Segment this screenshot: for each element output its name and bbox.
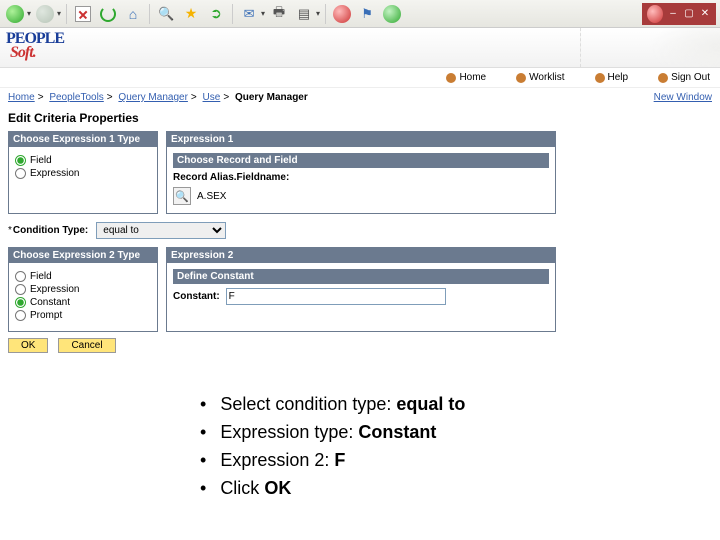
panel-exp2-head: Expression 2: [167, 248, 555, 263]
ext-clover-button[interactable]: [381, 3, 403, 25]
panel-exp2-type-head: Choose Expression 2 Type: [9, 248, 157, 263]
close-button[interactable]: ✕: [698, 8, 712, 20]
panel-exp1-type-head: Choose Expression 1 Type: [9, 132, 157, 147]
refresh-button[interactable]: [97, 3, 119, 25]
panel-exp2: Expression 2 Define Constant Constant:: [166, 247, 556, 332]
crumb-current: Query Manager: [235, 92, 308, 103]
lookup-record-button[interactable]: 🔍: [173, 187, 191, 205]
signout-icon: [658, 73, 668, 83]
print-button[interactable]: 🖶: [268, 3, 290, 25]
cancel-button[interactable]: Cancel: [58, 338, 115, 353]
radio-exp2-constant-input[interactable]: [15, 297, 26, 308]
bullet-icon: •: [200, 419, 206, 447]
radio-exp2-prompt[interactable]: Prompt: [15, 310, 151, 321]
peoplesoft-logo: PEOPLESoft.: [6, 30, 64, 66]
constant-label: Constant:: [173, 291, 220, 302]
favorites-button[interactable]: ★: [180, 3, 202, 25]
edit-dropdown-icon[interactable]: ▾: [316, 9, 320, 18]
mail-button[interactable]: ✉: [238, 3, 260, 25]
radio-exp1-field[interactable]: Field: [15, 155, 151, 166]
crumb-home[interactable]: Home: [8, 92, 35, 103]
record-alias-value: A.SEX: [197, 191, 226, 202]
bullet-icon: •: [200, 475, 206, 503]
page-title: Edit Criteria Properties: [0, 107, 720, 131]
home-icon: [446, 73, 456, 83]
bullet-icon: •: [200, 391, 206, 419]
crumb-use[interactable]: Use: [203, 92, 221, 103]
mail-dropdown-icon[interactable]: ▾: [261, 9, 265, 18]
radio-exp2-expression-input[interactable]: [15, 284, 26, 295]
stop-button[interactable]: [72, 3, 94, 25]
breadcrumb-row: Home> PeopleTools> Query Manager> Use> Q…: [0, 88, 720, 107]
panel-exp1: Expression 1 Choose Record and Field Rec…: [166, 131, 556, 214]
back-button[interactable]: [4, 3, 26, 25]
nav-home[interactable]: Home: [446, 72, 486, 83]
panel-exp2-type: Choose Expression 2 Type Field Expressio…: [8, 247, 158, 332]
worklist-icon: [516, 73, 526, 83]
search-button[interactable]: 🔍: [155, 3, 177, 25]
ext-flag-button[interactable]: ⚑: [356, 3, 378, 25]
panel-exp2-subhead: Define Constant: [173, 269, 549, 284]
new-window-link[interactable]: New Window: [654, 92, 712, 103]
condition-type-label: Condition Type:: [13, 225, 88, 236]
radio-exp2-field[interactable]: Field: [15, 271, 151, 282]
crumb-peopletools[interactable]: PeopleTools: [49, 92, 103, 103]
radio-exp2-expression[interactable]: Expression: [15, 284, 151, 295]
condition-type-row: *Condition Type: equal to: [8, 222, 712, 239]
home-button[interactable]: ⌂: [122, 3, 144, 25]
app-header: PEOPLESoft.: [0, 28, 720, 68]
nav-worklist[interactable]: Worklist: [516, 72, 564, 83]
ext-red-button[interactable]: [331, 3, 353, 25]
header-swoosh-art: [580, 28, 720, 67]
top-nav-bar: Home Worklist Help Sign Out: [0, 68, 720, 88]
radio-exp1-expression-input[interactable]: [15, 168, 26, 179]
window-controls: – ▢ ✕: [642, 3, 716, 25]
instruction-list: •Select condition type: equal to •Expres…: [200, 391, 720, 503]
breadcrumb: Home> PeopleTools> Query Manager> Use> Q…: [8, 92, 308, 103]
ok-button[interactable]: OK: [8, 338, 48, 353]
restore-button[interactable]: ▢: [682, 8, 696, 20]
browser-toolbar: ▾ ▾ ⌂ 🔍 ★ ➲ ✉ ▾ 🖶 ▤ ▾ ⚑ – ▢ ✕: [0, 0, 720, 28]
criteria-form: Choose Expression 1 Type Field Expressio…: [0, 131, 720, 361]
radio-exp1-expression[interactable]: Expression: [15, 168, 151, 179]
bullet-icon: •: [200, 447, 206, 475]
panel-exp1-head: Expression 1: [167, 132, 555, 147]
panel-exp1-subhead: Choose Record and Field: [173, 153, 549, 168]
condition-type-select[interactable]: equal to: [96, 222, 226, 239]
forward-button[interactable]: [34, 3, 56, 25]
forward-dropdown-icon[interactable]: ▾: [57, 9, 61, 18]
radio-exp1-field-input[interactable]: [15, 155, 26, 166]
radio-exp2-prompt-input[interactable]: [15, 310, 26, 321]
record-alias-label: Record Alias.Fieldname:: [173, 172, 289, 183]
panel-exp1-type: Choose Expression 1 Type Field Expressio…: [8, 131, 158, 214]
ext-ball-button[interactable]: [646, 5, 664, 23]
constant-input[interactable]: [226, 288, 446, 305]
radio-exp2-constant[interactable]: Constant: [15, 297, 151, 308]
back-dropdown-icon[interactable]: ▾: [27, 9, 31, 18]
nav-signout[interactable]: Sign Out: [658, 72, 710, 83]
help-icon: [595, 73, 605, 83]
history-button[interactable]: ➲: [205, 3, 227, 25]
radio-exp2-field-input[interactable]: [15, 271, 26, 282]
edit-button[interactable]: ▤: [293, 3, 315, 25]
minimize-button[interactable]: –: [666, 8, 680, 20]
nav-help[interactable]: Help: [595, 72, 629, 83]
crumb-query-manager[interactable]: Query Manager: [118, 92, 187, 103]
